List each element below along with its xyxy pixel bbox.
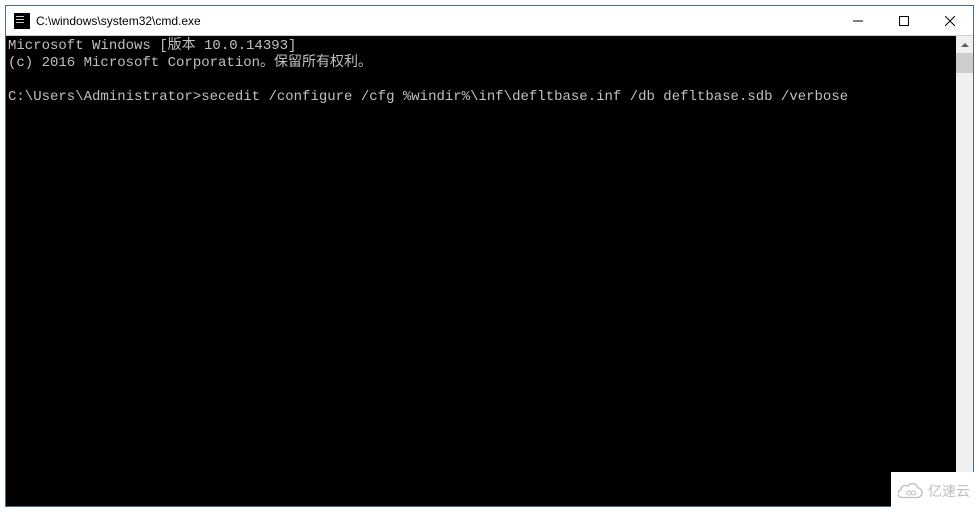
terminal-output[interactable]: Microsoft Windows [版本 10.0.14393] (c) 20… <box>6 36 956 506</box>
scroll-track[interactable] <box>956 53 973 489</box>
vertical-scrollbar[interactable] <box>956 36 973 506</box>
watermark-badge: 亿速云 <box>891 472 977 510</box>
cloud-icon <box>898 481 924 501</box>
scroll-thumb[interactable] <box>956 53 973 73</box>
watermark-text: 亿速云 <box>928 481 970 501</box>
client-area: Microsoft Windows [版本 10.0.14393] (c) 20… <box>6 36 973 506</box>
output-line: (c) 2016 Microsoft Corporation。保留所有权利。 <box>8 55 372 71</box>
cmd-icon <box>14 13 30 29</box>
minimize-button[interactable] <box>835 6 881 36</box>
command-input[interactable]: secedit /configure /cfg %windir%\inf\def… <box>201 89 848 105</box>
maximize-button[interactable] <box>881 6 927 36</box>
cmd-window: C:\windows\system32\cmd.exe Microsoft Wi… <box>5 5 974 507</box>
titlebar[interactable]: C:\windows\system32\cmd.exe <box>6 6 973 36</box>
close-button[interactable] <box>927 6 973 36</box>
prompt: C:\Users\Administrator> <box>8 89 201 105</box>
output-line: Microsoft Windows [版本 10.0.14393] <box>8 38 296 54</box>
scroll-up-button[interactable] <box>956 36 973 53</box>
window-title: C:\windows\system32\cmd.exe <box>36 14 201 28</box>
